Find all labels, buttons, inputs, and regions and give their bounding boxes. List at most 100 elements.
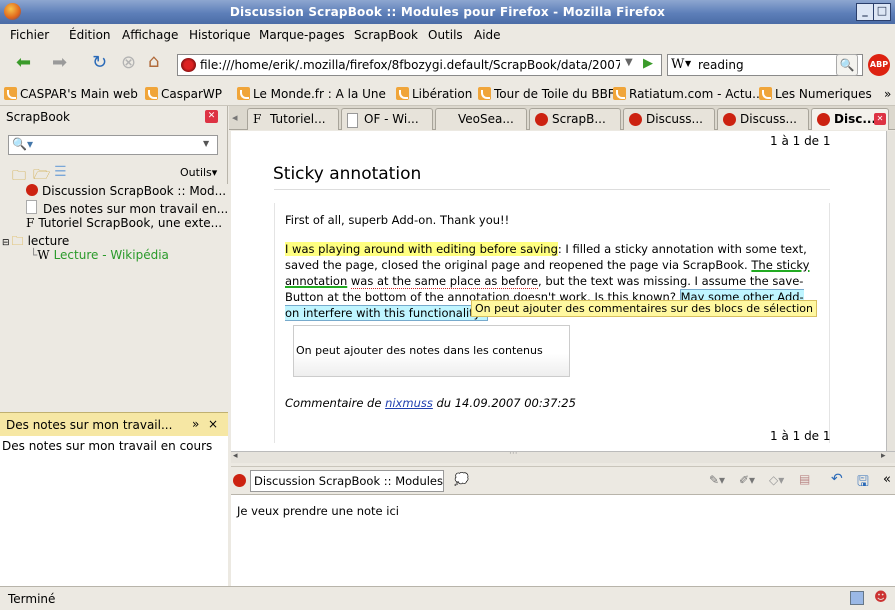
menubar: Fichier Édition Affichage Historique Mar… — [0, 24, 895, 46]
scroll-tabs-left-icon[interactable]: ◂ — [232, 111, 238, 124]
vertical-scrollbar[interactable] — [886, 131, 895, 451]
comment-author-link[interactable]: nixmuss — [385, 396, 433, 410]
menu-scrapbook[interactable]: ScrapBook — [354, 28, 418, 42]
tab-discussion-active[interactable]: Disc... ✕ — [811, 108, 889, 130]
note-editor[interactable]: Je veux prendre une note ici — [231, 494, 895, 586]
sidebar-search-field[interactable]: 🔍▾ ▼ — [8, 135, 218, 155]
tab-scrapbook[interactable]: ScrapB... — [529, 108, 621, 130]
reload-icon[interactable]: ↻ — [92, 52, 107, 73]
close-sidebar-icon[interactable]: ✕ — [205, 110, 218, 123]
wikipedia-engine-icon[interactable]: W — [671, 57, 684, 72]
bookmarks-overflow-icon[interactable]: » — [884, 87, 891, 101]
sidebar-notes-text[interactable]: Des notes sur mon travail en cours — [2, 439, 212, 453]
engine-dropdown-icon[interactable]: ▼ — [685, 59, 691, 68]
menu-outils[interactable]: Outils — [428, 28, 463, 42]
bookmark-liberation[interactable]: Libération — [396, 87, 472, 101]
sidebar-title: ScrapBook — [6, 110, 70, 124]
tree-item-discussion[interactable]: Discussion ScrapBook :: Mod... — [26, 184, 226, 198]
heading-divider — [274, 189, 830, 190]
horizontal-scrollbar[interactable]: ◂ ··· ▸ — [231, 449, 895, 463]
sidebar-header: ScrapBook ✕ — [0, 106, 228, 128]
highlighter-icon[interactable]: ✎▾ — [709, 473, 725, 487]
menu-historique[interactable]: Historique — [189, 28, 251, 42]
framasoft-f-icon: F — [26, 216, 35, 230]
expand-notes-icon[interactable]: » — [192, 417, 199, 431]
menu-fichier[interactable]: Fichier — [10, 28, 49, 42]
forward-button-icon[interactable]: ➡ — [52, 52, 67, 73]
tab-discussion-1[interactable]: Discuss... — [623, 108, 715, 130]
go-button-icon[interactable]: ▶ — [643, 56, 653, 71]
search-input[interactable]: reading — [698, 58, 744, 72]
back-button-icon[interactable]: ⬅ — [16, 52, 31, 73]
scrapbook-red-icon — [629, 113, 642, 126]
note-editor-text[interactable]: Je veux prendre une note ici — [237, 504, 399, 518]
close-tab-icon[interactable]: ✕ — [874, 113, 886, 125]
framasoft-f-icon: F — [253, 112, 262, 126]
scrapbook-red-icon — [723, 113, 736, 126]
tree-item-notes[interactable]: Des notes sur mon travail en... — [26, 200, 228, 216]
inline-note-box[interactable]: On peut ajouter des notes dans les conte… — [293, 325, 570, 377]
eraser-icon[interactable]: ◇▾ — [769, 473, 784, 487]
note-target-tab[interactable]: Discussion ScrapBook :: Modules — [250, 470, 444, 492]
window-titlebar[interactable]: Discussion ScrapBook :: Modules pour Fir… — [0, 0, 895, 24]
sidebar-toggle-icon[interactable] — [850, 591, 864, 605]
scrapbook-note-toolbar: Discussion ScrapBook :: Modules 💭 ✎▾ ✐▾ … — [231, 466, 895, 494]
inline-note-text[interactable]: On peut ajouter des notes dans les conte… — [296, 344, 543, 357]
bookmark-ratiatum[interactable]: Ratiatum.com - Actu... — [613, 87, 764, 101]
post-paragraph-1: First of all, superb Add-on. Thank you!! — [285, 213, 510, 227]
url-text[interactable]: file:///home/erik/.mozilla/firefox/8fboz… — [200, 58, 620, 72]
home-icon[interactable]: ⌂ — [148, 51, 159, 72]
search-icon[interactable]: 🔍 — [836, 54, 858, 76]
url-dropdown-icon[interactable]: ▼ — [625, 57, 633, 68]
tab-discussion-2[interactable]: Discuss... — [717, 108, 809, 130]
save-icon[interactable]: 🖫 — [857, 471, 869, 495]
bookmark-les-numeriques[interactable]: Les Numeriques — [759, 87, 872, 101]
window-title: Discussion ScrapBook :: Modules pour Fir… — [229, 5, 666, 19]
dom-edit-icon[interactable]: ▤ — [799, 472, 810, 486]
bookmark-caspar-main[interactable]: CASPAR's Main web — [4, 87, 138, 101]
sticky-annotation[interactable]: On peut ajouter des commentaires sur des… — [471, 300, 817, 317]
manage-icon[interactable]: ☰ — [54, 164, 67, 180]
adblock-icon[interactable]: ABP — [868, 54, 890, 76]
bookmark-le-monde[interactable]: Le Monde.fr : A la Une — [237, 87, 386, 101]
rss-icon — [237, 87, 250, 100]
menu-edition[interactable]: Édition — [69, 28, 111, 42]
search-bar[interactable]: W ▼ reading — [667, 54, 863, 76]
undo-icon[interactable]: ↶ — [831, 471, 843, 487]
comment-bubble-icon[interactable]: 💭 — [454, 472, 469, 486]
scroll-left-icon[interactable]: ◂ — [233, 451, 238, 461]
rss-icon — [478, 87, 491, 100]
status-text: Terminé — [8, 592, 56, 606]
pager-bottom: 1 à 1 de 1 — [770, 429, 831, 443]
maximize-button[interactable]: □ — [873, 3, 891, 21]
status-bar: Terminé ☻ — [0, 586, 895, 610]
tools-menu-button[interactable]: Outils▾ — [180, 166, 217, 179]
sidebar-notes-body[interactable]: Des notes sur mon travail en cours — [0, 436, 228, 586]
dotted-underline-red[interactable]: was at the same place as before — [350, 274, 539, 289]
bookmark-tour-de-toile[interactable]: Tour de Toile du BBF — [478, 87, 615, 101]
scroll-grip-icon[interactable]: ··· — [509, 449, 518, 459]
pen-icon[interactable]: ✐▾ — [739, 473, 755, 487]
minimize-button[interactable]: _ — [856, 3, 874, 21]
toolbar-overflow-icon[interactable]: « — [883, 472, 891, 487]
scroll-right-icon[interactable]: ▸ — [881, 451, 886, 461]
tree-item-lecture-wikipedia[interactable]: └W Lecture - Wikipédia — [30, 248, 169, 262]
menu-aide[interactable]: Aide — [474, 28, 501, 42]
chevron-down-icon[interactable]: ▼ — [203, 139, 209, 148]
menu-marque-pages[interactable]: Marque-pages — [259, 28, 345, 42]
scrapbook-red-icon — [233, 474, 246, 487]
stop-icon[interactable]: ⊗ — [121, 52, 136, 73]
tab-veosea[interactable]: VeoSea... — [435, 108, 527, 130]
highlight-yellow[interactable]: I was playing around with editing before… — [285, 242, 558, 256]
status-addon-icon[interactable]: ☻ — [874, 590, 888, 605]
scrapbook-favicon-icon — [181, 58, 196, 72]
bookmark-casparwp[interactable]: CasparWP — [145, 87, 222, 101]
close-notes-icon[interactable]: × — [208, 417, 218, 431]
collapse-icon[interactable]: ⊟ — [2, 238, 10, 248]
rss-icon — [759, 87, 772, 100]
tab-of-wiki[interactable]: OF - Wi... — [341, 108, 433, 130]
url-bar[interactable]: file:///home/erik/.mozilla/firefox/8fboz… — [177, 54, 662, 76]
menu-affichage[interactable]: Affichage — [122, 28, 178, 42]
tab-tutoriel[interactable]: F Tutoriel... — [247, 108, 339, 130]
tree-item-tutoriel[interactable]: F Tutoriel ScrapBook, une exte... — [26, 216, 222, 230]
